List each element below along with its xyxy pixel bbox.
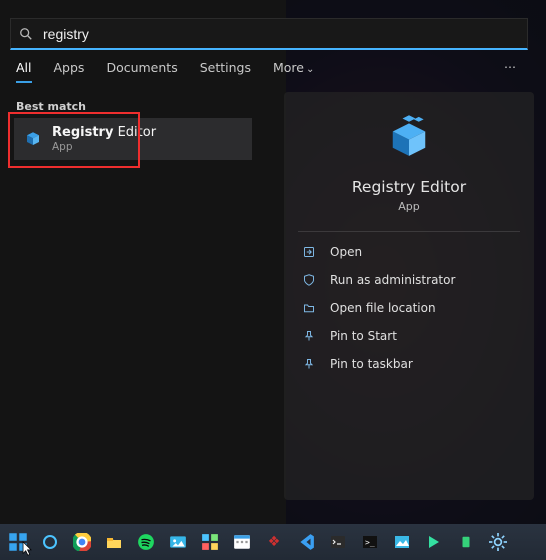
tab-settings[interactable]: Settings: [200, 60, 251, 83]
widgets-icon[interactable]: [198, 530, 222, 554]
search-input[interactable]: [43, 26, 519, 42]
detail-subtitle: App: [284, 200, 534, 213]
detail-actions: Open Run as administrator Open file loca…: [284, 238, 534, 378]
chrome-icon[interactable]: [70, 530, 94, 554]
tab-more[interactable]: More⌄: [273, 60, 314, 83]
shield-icon: [302, 273, 316, 287]
file-explorer-icon[interactable]: [102, 530, 126, 554]
pin-icon: [302, 357, 316, 371]
action-label: Open file location: [330, 301, 436, 315]
action-label: Run as administrator: [330, 273, 455, 287]
best-match-label: Best match: [16, 100, 86, 113]
chevron-down-icon: ⌄: [306, 64, 314, 75]
command-prompt-icon[interactable]: >_: [358, 530, 382, 554]
search-box[interactable]: [10, 18, 528, 50]
vscode-icon[interactable]: [294, 530, 318, 554]
search-icon: [19, 27, 35, 41]
action-open[interactable]: Open: [284, 238, 534, 266]
registry-editor-icon: [24, 130, 42, 148]
calendar-icon[interactable]: [230, 530, 254, 554]
action-pin-to-taskbar[interactable]: Pin to taskbar: [284, 350, 534, 378]
action-open-file-location[interactable]: Open file location: [284, 294, 534, 322]
result-text: Registry Editor App: [52, 125, 156, 153]
pin-icon: [302, 329, 316, 343]
action-label: Pin to taskbar: [330, 357, 413, 371]
start-button[interactable]: [6, 530, 30, 554]
action-pin-to-start[interactable]: Pin to Start: [284, 322, 534, 350]
android-app-icon[interactable]: [454, 530, 478, 554]
tab-documents[interactable]: Documents: [106, 60, 177, 83]
detail-panel: Registry Editor App Open Run as administ…: [284, 92, 534, 500]
svg-text:>_: >_: [365, 538, 375, 547]
registry-editor-large-icon: [284, 112, 534, 164]
action-label: Open: [330, 245, 362, 259]
folder-icon: [302, 301, 316, 315]
action-run-as-administrator[interactable]: Run as administrator: [284, 266, 534, 294]
tab-all[interactable]: All: [16, 60, 32, 83]
image-viewer-icon[interactable]: [390, 530, 414, 554]
taskbar: ❖ >_: [0, 524, 546, 560]
detail-title: Registry Editor: [284, 178, 534, 196]
tab-apps[interactable]: Apps: [54, 60, 85, 83]
terminal-icon[interactable]: [326, 530, 350, 554]
open-icon: [302, 245, 316, 259]
spotify-icon[interactable]: [134, 530, 158, 554]
play-store-icon[interactable]: [422, 530, 446, 554]
settings-icon[interactable]: [486, 530, 510, 554]
photos-icon[interactable]: [166, 530, 190, 554]
result-registry-editor[interactable]: Registry Editor App: [14, 118, 252, 160]
overflow-button[interactable]: ⋯: [504, 60, 518, 83]
cortana-icon[interactable]: [38, 530, 62, 554]
action-label: Pin to Start: [330, 329, 397, 343]
game-icon[interactable]: ❖: [262, 530, 286, 554]
filter-tabs: All Apps Documents Settings More⌄ ⋯: [16, 60, 528, 83]
divider: [298, 231, 520, 232]
